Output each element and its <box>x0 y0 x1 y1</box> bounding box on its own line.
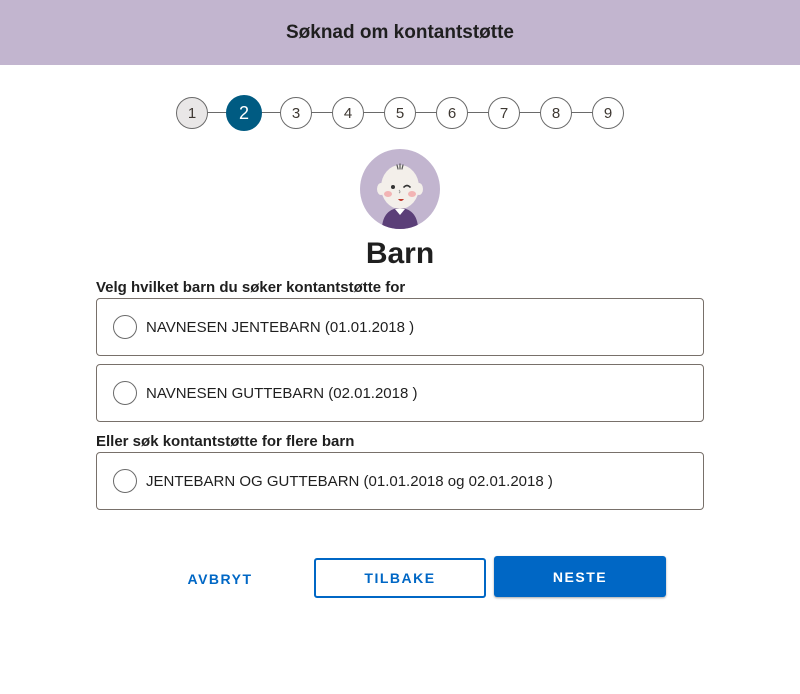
app-title: Søknad om kontantstøtte <box>285 21 514 43</box>
step-indicator: 1 2 3 4 5 6 7 8 9 <box>0 95 800 131</box>
radio-label: NAVNESEN JENTEBARN (01.01.2018 ) <box>146 318 415 336</box>
radio-button[interactable] <box>113 381 137 405</box>
step-8: 8 <box>540 97 572 129</box>
radio-button[interactable] <box>113 469 137 493</box>
step-9: 9 <box>592 97 624 129</box>
step-5: 5 <box>384 97 416 129</box>
step-2-current: 2 <box>226 95 262 131</box>
back-button[interactable]: TILBAKE <box>314 558 486 598</box>
baby-illustration-icon <box>360 149 440 229</box>
radio-button[interactable] <box>113 315 137 339</box>
radio-option-both-children[interactable]: JENTEBARN OG GUTTEBARN (01.01.2018 og 02… <box>96 452 704 510</box>
step-3: 3 <box>280 97 312 129</box>
step-1[interactable]: 1 <box>176 97 208 129</box>
single-child-legend: Velg hvilket barn du søker kontantstøtte… <box>96 279 406 296</box>
page-title: Barn <box>365 237 435 270</box>
cancel-button[interactable]: AVBRYT <box>160 560 280 598</box>
step-4: 4 <box>332 97 364 129</box>
radio-option-jentebarn[interactable]: NAVNESEN JENTEBARN (01.01.2018 ) <box>96 298 704 356</box>
multiple-children-legend: Eller søk kontantstøtte for flere barn <box>96 433 355 450</box>
step-7: 7 <box>488 97 520 129</box>
radio-label: JENTEBARN OG GUTTEBARN (01.01.2018 og 02… <box>146 472 553 490</box>
radio-option-guttebarn[interactable]: NAVNESEN GUTTEBARN (02.01.2018 ) <box>96 364 704 422</box>
radio-label: NAVNESEN GUTTEBARN (02.01.2018 ) <box>146 384 418 402</box>
step-6: 6 <box>436 97 468 129</box>
next-button[interactable]: NESTE <box>494 556 666 597</box>
app-header: Søknad om kontantstøtte <box>0 0 800 65</box>
